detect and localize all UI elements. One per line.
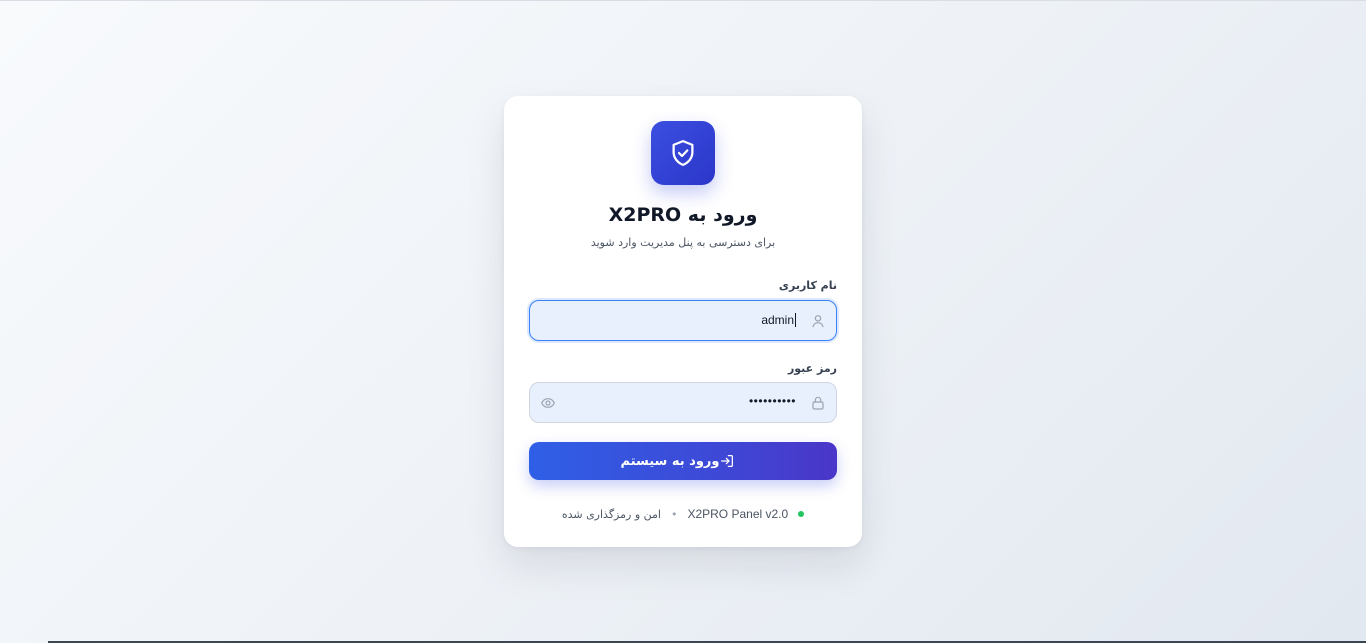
logo xyxy=(651,121,715,185)
password-label: رمز عبور xyxy=(787,362,837,375)
secure-text: امن و رمزگذاری شده xyxy=(561,507,661,521)
page-subtitle: برای دسترسی به پنل مدیریت وارد شوید xyxy=(590,236,776,249)
footer-separator: • xyxy=(670,507,678,521)
user-icon xyxy=(812,315,824,328)
login-button-label: ورود به سیستم xyxy=(620,453,720,469)
password-value[interactable]: •••••••••• xyxy=(749,394,796,408)
eye-icon[interactable] xyxy=(540,395,556,411)
login-button[interactable]: ورود به سیستم xyxy=(529,442,837,480)
login-card: ورود به X2PRO برای دسترسی به پنل مدیریت … xyxy=(504,96,862,547)
page-title: ورود به X2PRO xyxy=(608,204,758,226)
username-field[interactable]: admin xyxy=(529,300,837,341)
username-label: نام کاربری xyxy=(778,279,837,292)
password-field[interactable]: •••••••••• xyxy=(529,382,837,423)
shield-check-icon xyxy=(672,140,694,166)
version-text: X2PRO Panel v2.0 xyxy=(687,507,789,521)
login-icon xyxy=(721,455,734,467)
footer: امن و رمزگذاری شده • X2PRO Panel v2.0 xyxy=(504,507,862,521)
lock-icon xyxy=(812,396,824,410)
status-dot xyxy=(798,511,805,517)
username-value[interactable]: admin xyxy=(761,313,796,327)
top-border xyxy=(0,0,1366,1)
